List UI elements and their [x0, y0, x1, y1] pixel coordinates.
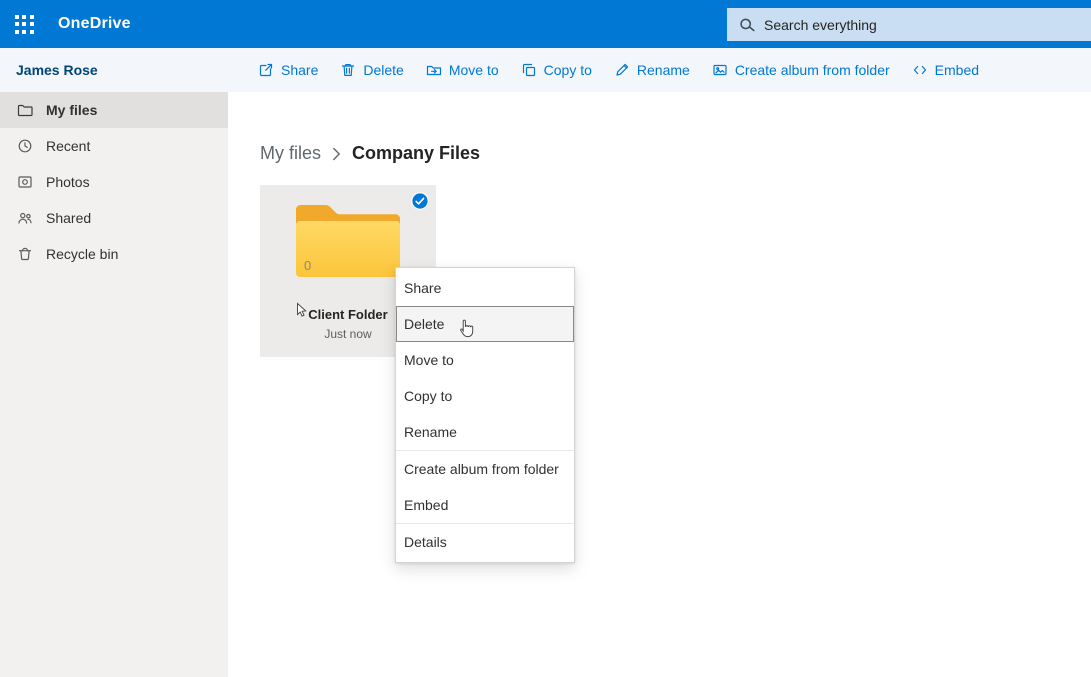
app-launcher-button[interactable] — [0, 0, 48, 48]
search-icon — [738, 16, 756, 34]
sidebar-item-label: Shared — [46, 210, 91, 226]
arrow-cursor-icon — [295, 302, 308, 324]
search-bar[interactable] — [727, 8, 1091, 41]
menu-item-copy-to[interactable]: Copy to — [396, 378, 574, 414]
breadcrumb: My files Company Files — [260, 143, 480, 164]
toolbar-rename-button[interactable]: Rename — [614, 62, 690, 78]
sidebar-item-shared[interactable]: Shared — [0, 200, 228, 236]
sidebar-item-recycle-bin[interactable]: Recycle bin — [0, 236, 228, 272]
share-icon — [258, 62, 274, 78]
sidebar-nav: My files Recent Photos Shared Recycle bi… — [0, 92, 228, 677]
search-input[interactable] — [764, 17, 1091, 33]
rename-icon — [614, 62, 630, 78]
app-title: OneDrive — [58, 15, 131, 33]
toolbar-create-album-button[interactable]: Create album from folder — [712, 62, 890, 78]
waffle-icon — [15, 15, 34, 34]
menu-item-details[interactable]: Details — [396, 524, 574, 560]
toolbar-action-label: Move to — [449, 62, 499, 78]
command-bar: James Rose Share Delete Move to — [0, 48, 1091, 92]
sidebar-item-photos[interactable]: Photos — [0, 164, 228, 200]
sidebar-item-recent[interactable]: Recent — [0, 128, 228, 164]
toolbar-action-label: Rename — [637, 62, 690, 78]
menu-item-create-album[interactable]: Create album from folder — [396, 451, 574, 487]
context-menu: Share Delete Move to Copy to Rename Crea… — [395, 267, 575, 563]
breadcrumb-parent[interactable]: My files — [260, 143, 321, 164]
people-icon — [17, 210, 33, 226]
toolbar-action-label: Delete — [363, 62, 403, 78]
move-to-icon — [426, 62, 442, 78]
sidebar-item-label: Photos — [46, 174, 90, 190]
menu-item-rename[interactable]: Rename — [396, 414, 574, 450]
toolbar-share-button[interactable]: Share — [258, 62, 318, 78]
sidebar-item-my-files[interactable]: My files — [0, 92, 228, 128]
toolbar-copy-to-button[interactable]: Copy to — [521, 62, 592, 78]
toolbar-actions: Share Delete Move to Copy to — [258, 62, 979, 78]
hand-cursor-icon — [457, 318, 474, 344]
menu-item-delete[interactable]: Delete — [396, 306, 574, 342]
menu-item-embed[interactable]: Embed — [396, 487, 574, 523]
folder-item-count: 0 — [304, 258, 311, 273]
folder-icon — [17, 102, 33, 118]
menu-item-move-to[interactable]: Move to — [396, 342, 574, 378]
toolbar-action-label: Create album from folder — [735, 62, 890, 78]
menu-item-share[interactable]: Share — [396, 270, 574, 306]
sidebar-item-label: My files — [46, 102, 97, 118]
breadcrumb-chevron-icon — [332, 147, 341, 161]
embed-icon — [912, 62, 928, 78]
delete-icon — [340, 62, 356, 78]
toolbar-delete-button[interactable]: Delete — [340, 62, 403, 78]
user-name[interactable]: James Rose — [16, 62, 98, 78]
recycle-bin-icon — [17, 246, 33, 262]
main-content: My files Company Files — [228, 92, 1091, 677]
folder-thumbnail-icon: 0 — [290, 201, 406, 284]
toolbar-move-to-button[interactable]: Move to — [426, 62, 499, 78]
copy-to-icon — [521, 62, 537, 78]
selected-check-icon[interactable] — [411, 192, 429, 215]
sidebar-item-label: Recent — [46, 138, 90, 154]
app-header: OneDrive — [0, 0, 1091, 48]
breadcrumb-current: Company Files — [352, 143, 480, 164]
create-album-icon — [712, 62, 728, 78]
sidebar-item-label: Recycle bin — [46, 246, 118, 262]
clock-icon — [17, 138, 33, 154]
toolbar-action-label: Embed — [935, 62, 979, 78]
toolbar-embed-button[interactable]: Embed — [912, 62, 979, 78]
toolbar-action-label: Share — [281, 62, 318, 78]
toolbar-action-label: Copy to — [544, 62, 592, 78]
photos-icon — [17, 174, 33, 190]
